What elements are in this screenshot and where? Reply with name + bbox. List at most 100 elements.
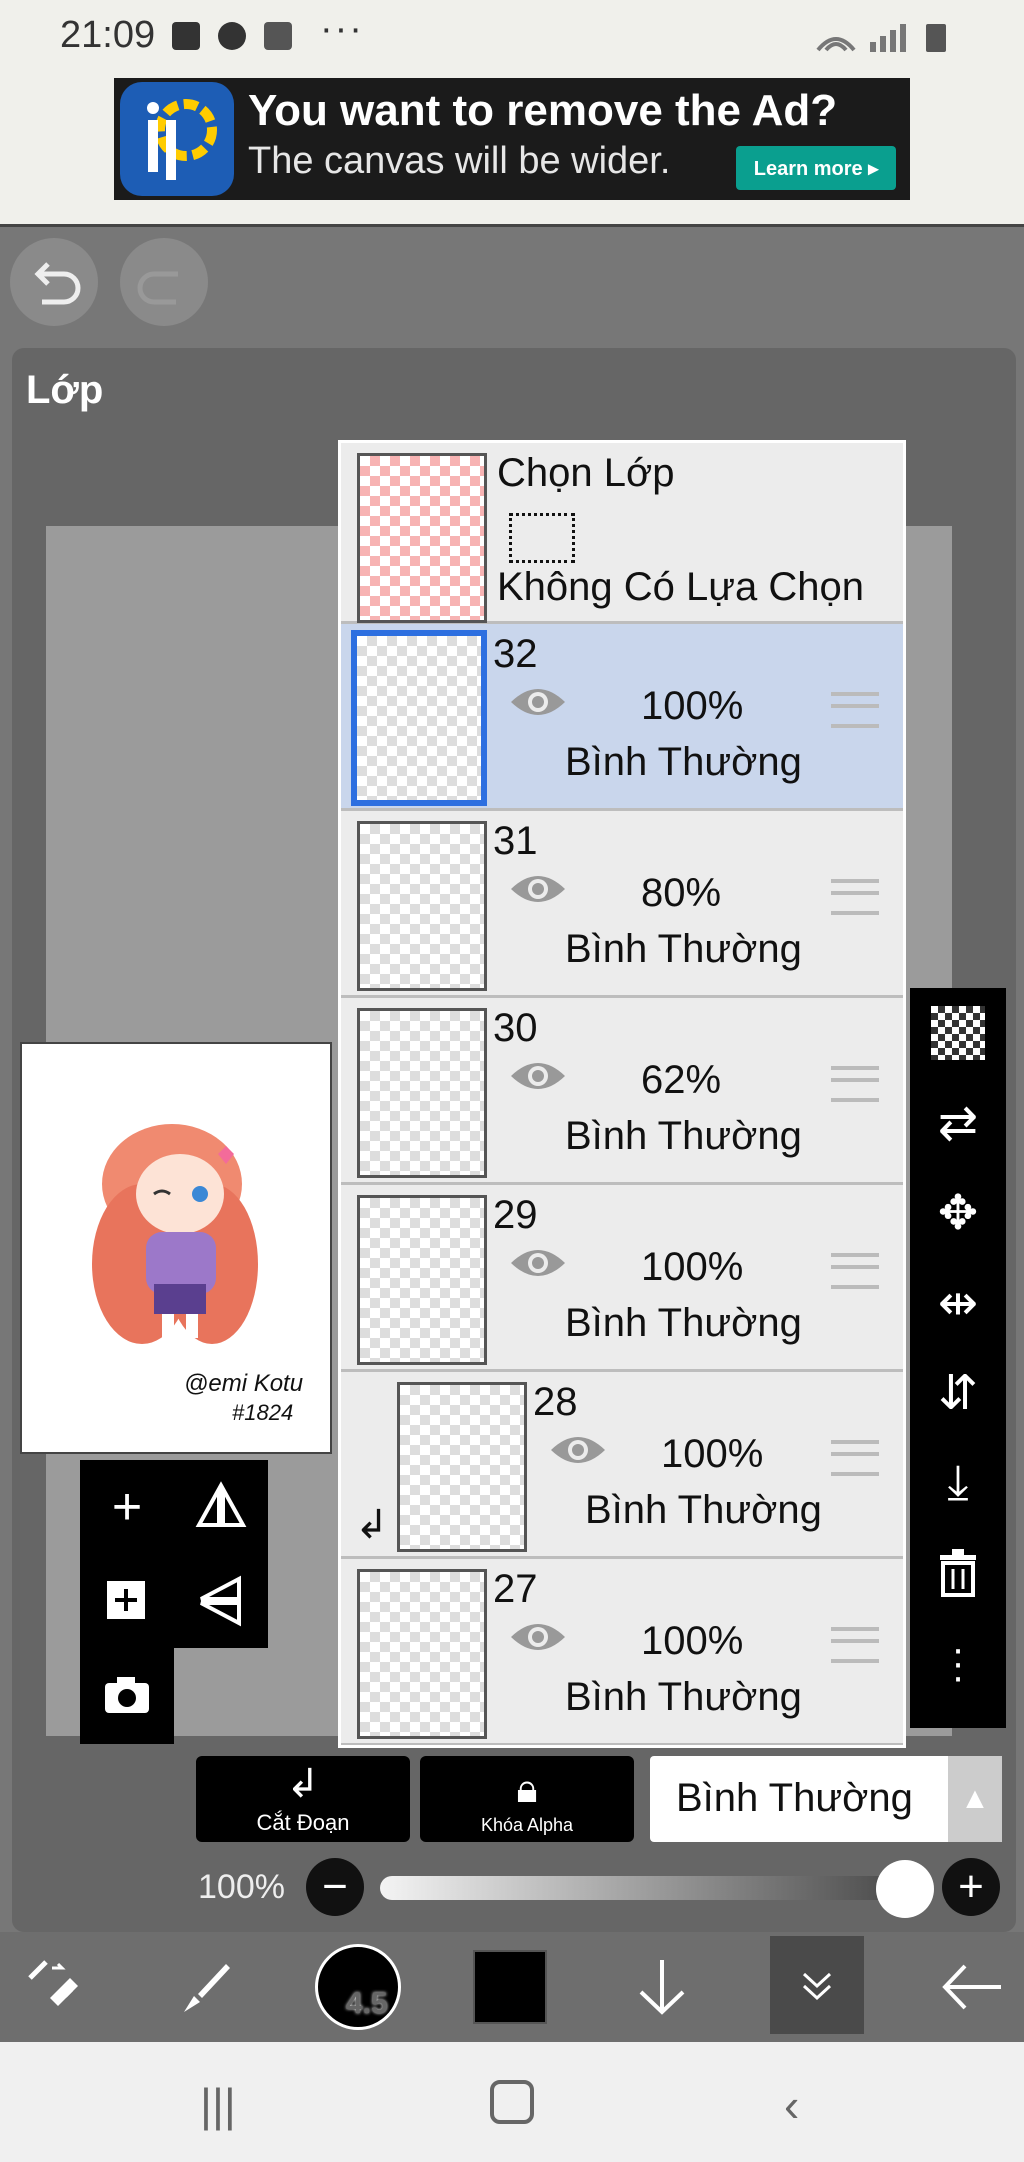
layer-blend-mode: Bình Thường — [585, 1488, 822, 1532]
flip-horizontal-icon: ⇹ — [937, 1277, 979, 1330]
ad-headline: You want to remove the Ad? — [248, 86, 838, 135]
opacity-decrease-button[interactable]: − — [306, 1858, 364, 1916]
visibility-eye-icon[interactable] — [549, 1430, 607, 1470]
visibility-eye-icon[interactable] — [509, 682, 567, 722]
home-button[interactable] — [490, 2080, 534, 2124]
transparent-fill-button[interactable] — [910, 988, 1006, 1078]
layer-thumbnail — [357, 1195, 487, 1365]
redo-icon — [137, 271, 178, 305]
alpha-lock-label: Khóa Alpha — [480, 1815, 574, 1835]
add-layer-button[interactable]: + — [80, 1460, 174, 1554]
panel-title: Lớp — [26, 368, 104, 412]
drag-handle-icon[interactable] — [831, 1066, 879, 1102]
layer-opacity: 100% — [661, 1432, 764, 1476]
canvas-preview[interactable]: @emi Kotu #1824 — [20, 1042, 332, 1454]
clip-arrow-icon: ↲ — [286, 1762, 320, 1806]
drag-handle-icon[interactable] — [831, 879, 879, 915]
layer-number: 27 — [493, 1567, 538, 1611]
delete-layer-button[interactable] — [910, 1528, 1006, 1618]
drag-handle-icon[interactable] — [831, 1440, 879, 1476]
trash-icon — [940, 1549, 976, 1597]
clipping-label: Cắt Đoạn — [256, 1810, 350, 1835]
learn-more-button[interactable]: Learn more ▸ — [736, 146, 896, 190]
selection-layer-row[interactable]: Chọn Lớp Không Có Lựa Chọn — [341, 443, 903, 624]
flip-horizontal-icon — [195, 1481, 247, 1527]
duplicate-layer-button[interactable] — [80, 1554, 174, 1648]
brush-size-value: 4.5 — [346, 1987, 388, 2020]
tool-selector-button[interactable] — [10, 1932, 100, 2042]
redo-button[interactable] — [120, 238, 208, 326]
visibility-eye-icon[interactable] — [509, 869, 567, 909]
artwork-signature: @emi Kotu — [184, 1370, 304, 1397]
merge-down-button[interactable]: ⤓ — [910, 1438, 1006, 1528]
drag-handle-icon[interactable] — [831, 692, 879, 728]
move-layer-button[interactable]: ✥ — [910, 1168, 1006, 1258]
back-button[interactable] — [930, 1932, 1014, 2042]
layer-thumbnail — [357, 821, 487, 991]
visibility-eye-icon[interactable] — [509, 1056, 567, 1096]
s-app-icon — [218, 22, 246, 50]
layer-row-31[interactable]: 31 80% Bình Thường — [341, 811, 903, 998]
opacity-slider-handle[interactable] — [876, 1860, 934, 1918]
status-time: 21:09 — [60, 14, 156, 56]
flip-vertical-button[interactable] — [174, 1554, 268, 1648]
swap-layer-button[interactable]: ⇄ — [910, 1078, 1006, 1168]
layer-opacity: 80% — [641, 871, 722, 915]
more-vertical-icon: · · · — [951, 1627, 965, 1699]
recent-apps-icon: ||| — [200, 2079, 236, 2131]
flip-vertical-right-button[interactable]: ⇵ — [910, 1348, 1006, 1438]
visibility-eye-icon[interactable] — [509, 1243, 567, 1283]
swap-icon: ⇄ — [937, 1097, 979, 1150]
system-back-button[interactable]: ‹ — [784, 2078, 799, 2132]
camera-button[interactable] — [80, 1648, 174, 1742]
recent-apps-button[interactable]: ||| — [200, 2078, 236, 2132]
color-button[interactable] — [470, 1932, 550, 2042]
layer-row-32[interactable]: 32 100% Bình Thường — [341, 624, 903, 811]
camera-icon — [105, 1677, 149, 1713]
layer-row-29[interactable]: 29 100% Bình Thường — [341, 1185, 903, 1372]
ad-subline: The canvas will be wider. — [248, 140, 671, 182]
brush-button[interactable] — [160, 1932, 250, 2042]
status-bar: 21:09 ··· — [0, 0, 1024, 76]
blend-mode-dropdown-button[interactable]: ▲ — [948, 1756, 1002, 1842]
double-chevron-down-icon — [802, 1972, 832, 2001]
flip-vertical-icon — [200, 1575, 241, 1627]
more-options-button[interactable]: · · · — [910, 1618, 1006, 1708]
flip-horizontal-right-button[interactable]: ⇹ — [910, 1258, 1006, 1348]
opacity-increase-button[interactable]: + — [942, 1858, 1000, 1916]
opacity-slider-track[interactable] — [380, 1876, 920, 1900]
alpha-lock-button[interactable]: 🔒︎ Khóa Alpha — [420, 1756, 634, 1842]
left-layer-tools: + — [80, 1460, 268, 1648]
square-icon — [264, 22, 292, 50]
clipping-button[interactable]: ↲ Cắt Đoạn — [196, 1756, 410, 1842]
blend-mode-select[interactable]: Bình Thường — [650, 1756, 948, 1842]
selection-layer-status: Không Có Lựa Chọn — [497, 565, 865, 609]
brush-size-button[interactable]: 4.5 — [312, 1932, 404, 2042]
layer-panel-toggle-button[interactable] — [770, 1936, 864, 2034]
gallery-icon — [172, 22, 200, 50]
primary-color-swatch — [473, 1950, 547, 2024]
layer-row-30[interactable]: 30 62% Bình Thường — [341, 998, 903, 1185]
layer-opacity: 62% — [641, 1058, 722, 1102]
minus-icon: − — [322, 1862, 348, 1911]
visibility-eye-icon[interactable] — [509, 1617, 567, 1657]
layer-blend-mode: Bình Thường — [565, 1114, 802, 1158]
layer-down-button[interactable] — [620, 1932, 704, 2042]
checkerboard-icon — [931, 1006, 985, 1060]
drag-handle-icon[interactable] — [831, 1627, 879, 1663]
drag-handle-icon[interactable] — [831, 1253, 879, 1289]
layer-row-28[interactable]: ↲ 28 100% Bình Thường — [341, 1372, 903, 1559]
move-icon: ✥ — [937, 1187, 979, 1240]
layer-list[interactable]: Chọn Lớp Không Có Lựa Chọn 32 100% Bình Th… — [338, 440, 906, 1748]
more-notifications-icon: ··· — [320, 8, 364, 50]
ad-banner[interactable]: You want to remove the Ad? The canvas wi… — [114, 78, 910, 200]
right-layer-tools: ⇄ ✥ ⇹ ⇵ ⤓ · · · — [910, 988, 1006, 1728]
layer-thumbnail — [397, 1382, 527, 1552]
chevron-left-icon: ‹ — [784, 2079, 800, 2131]
layer-number: 29 — [493, 1193, 538, 1237]
triangle-up-icon: ▲ — [960, 1782, 990, 1815]
layer-row-27[interactable]: 27 100% Bình Thường — [341, 1559, 903, 1745]
selection-layer-thumbnail — [357, 453, 487, 623]
undo-button[interactable] — [10, 238, 98, 326]
flip-horizontal-button[interactable] — [174, 1460, 268, 1554]
